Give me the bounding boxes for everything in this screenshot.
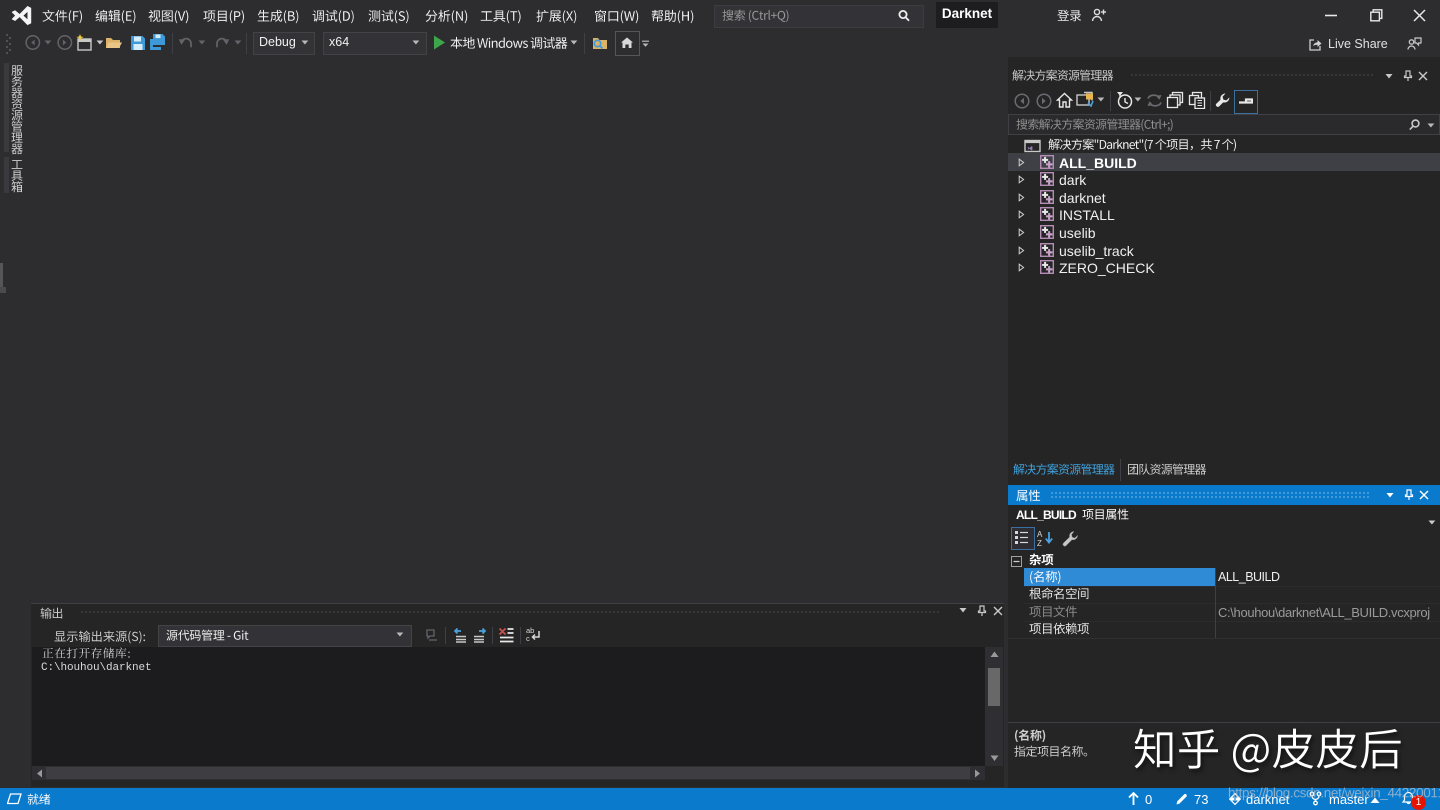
svg-text:Z: Z: [1037, 539, 1042, 547]
svg-text:c: c: [526, 634, 530, 643]
svg-text:A: A: [1037, 530, 1043, 539]
